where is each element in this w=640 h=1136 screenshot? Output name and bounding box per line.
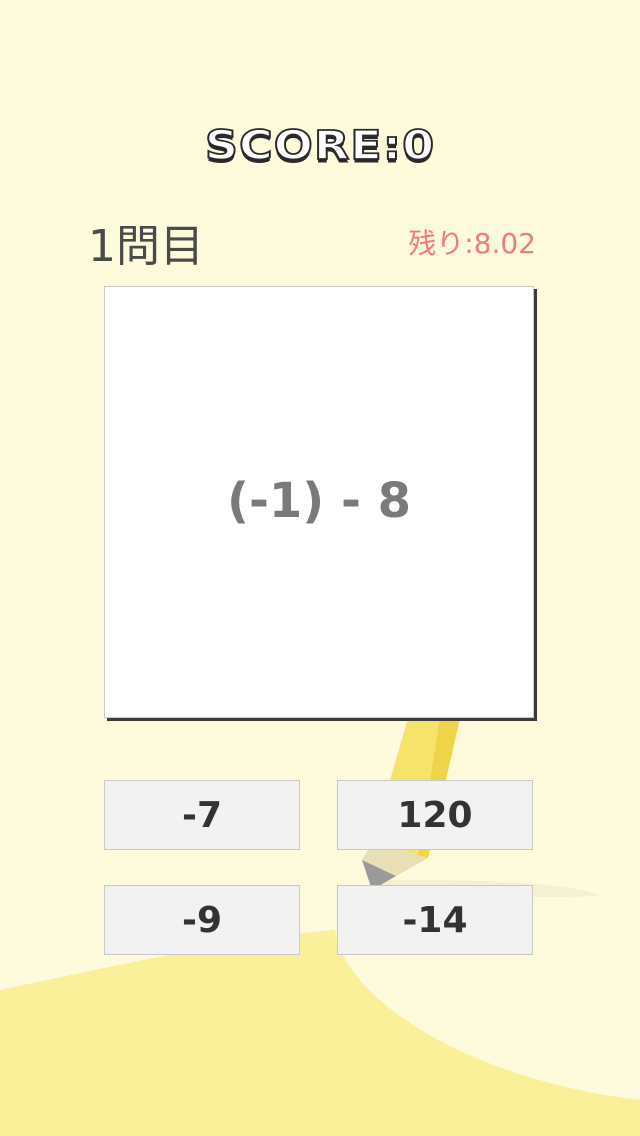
problem-card: (-1) - 8 (104, 286, 534, 718)
answer-button-4[interactable]: -14 (337, 885, 533, 955)
score-label: SCORE:0 (204, 120, 436, 169)
answer-button-3[interactable]: -9 (104, 885, 300, 955)
problem-expression: (-1) - 8 (227, 473, 411, 529)
question-number: 1問目 (88, 221, 204, 272)
background-wave (0, 930, 640, 1136)
answer-button-2[interactable]: 120 (337, 780, 533, 850)
answer-button-1[interactable]: -7 (104, 780, 300, 850)
time-remaining: 残り:8.02 (408, 227, 536, 260)
